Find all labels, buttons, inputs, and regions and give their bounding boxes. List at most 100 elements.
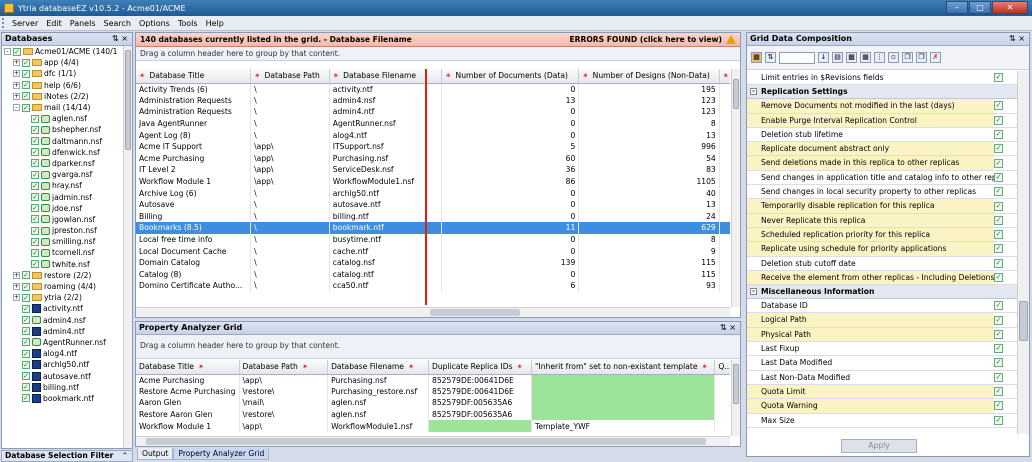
composition-item[interactable]: Send changes in local security property … bbox=[747, 185, 1017, 200]
composition-item[interactable]: Remove Documents not modified in the las… bbox=[747, 99, 1017, 114]
composition-item[interactable]: Quota Limit ✓ bbox=[747, 384, 1017, 400]
errors-found-link[interactable]: ERRORS FOUND (click here to view) bbox=[569, 35, 736, 45]
checkbox[interactable]: ✓ bbox=[31, 237, 39, 246]
column-header[interactable]: Database Filename ✴ bbox=[327, 360, 430, 375]
table-row[interactable]: Java AgentRunner \ AgentRunner.nsf 0 8 bbox=[136, 117, 730, 130]
column-header[interactable]: ✴Number of bbox=[719, 69, 730, 84]
menu-search[interactable]: Search bbox=[99, 19, 134, 28]
tree-item[interactable]: ✓ jdoe.nsf bbox=[2, 203, 123, 214]
tree-item[interactable]: ✓ activity.ntf bbox=[2, 303, 123, 314]
database-tree[interactable]: - ✓ Acme01/ACME (140/1 + ✓ app (4/4) + ✓ dfc (1/… bbox=[2, 46, 123, 448]
composition-item[interactable]: Replicate using schedule for priority ap… bbox=[747, 242, 1017, 257]
table-row[interactable]: Domain Catalog \ catalog.nsf 139 115 bbox=[136, 256, 730, 269]
checkbox[interactable]: ✓ bbox=[994, 144, 1003, 154]
checkbox[interactable]: ✓ bbox=[994, 201, 1003, 211]
expand-icon[interactable]: ⋮ bbox=[874, 52, 885, 63]
collapse-icon[interactable]: ▫ bbox=[888, 52, 899, 63]
category-header[interactable]: - Replication Settings bbox=[747, 85, 1017, 100]
expand-toggle-icon[interactable]: - bbox=[13, 104, 20, 112]
composition-list[interactable]: Limit entries in $Revisions fields ✓ - Repl… bbox=[747, 71, 1017, 434]
composition-item[interactable]: Send deletions made in this replica to o… bbox=[747, 156, 1017, 171]
checkbox[interactable]: ✓ bbox=[994, 415, 1003, 425]
property-hscroll[interactable] bbox=[136, 436, 730, 446]
tree-item[interactable]: ✓ admin4.ntf bbox=[2, 326, 123, 337]
apply-button[interactable]: Apply bbox=[841, 439, 917, 453]
table-row[interactable]: Administration Requests \ admin4.ntf 0 123 bbox=[136, 106, 730, 118]
table-row[interactable]: Domino Certificate Autho... \ cca50.ntf 6 93 bbox=[136, 280, 730, 292]
composition-item[interactable]: Limit entries in $Revisions fields ✓ bbox=[747, 71, 1017, 86]
tree-item[interactable]: ✓ jadmin.nsf bbox=[2, 191, 123, 202]
checkbox[interactable]: ✓ bbox=[22, 103, 30, 112]
table-row[interactable]: Administration Requests \ admin4.nsf 13 123 bbox=[136, 94, 730, 107]
level-input[interactable] bbox=[779, 51, 815, 64]
maximize-button[interactable]: □ bbox=[969, 1, 991, 14]
menu-panels[interactable]: Panels bbox=[66, 19, 100, 28]
checkbox[interactable]: ✓ bbox=[994, 115, 1003, 125]
composition-item[interactable]: Receive the element from other replicas … bbox=[747, 270, 1017, 286]
filter-icon[interactable]: ✴ bbox=[302, 362, 308, 371]
composition-item[interactable]: Send changes in application title and ca… bbox=[747, 171, 1017, 186]
tree-item[interactable]: - ✓ mail (14/14) bbox=[2, 102, 123, 113]
tree-item[interactable]: ✓ aglen.nsf bbox=[2, 113, 123, 124]
tree-item[interactable]: ✓ hray.nsf bbox=[2, 180, 123, 191]
menu-edit[interactable]: Edit bbox=[42, 19, 66, 28]
expand-toggle-icon[interactable]: + bbox=[13, 271, 20, 279]
checkbox[interactable]: ✓ bbox=[994, 230, 1003, 240]
collapse-toggle-icon[interactable]: - bbox=[750, 88, 757, 96]
checkbox[interactable]: ✓ bbox=[22, 383, 30, 392]
tree-item[interactable]: ✓ jgowlan.nsf bbox=[2, 214, 123, 225]
menu-tools[interactable]: Tools bbox=[174, 19, 202, 28]
checkbox[interactable]: ✓ bbox=[31, 137, 39, 146]
table-row[interactable]: Agent Log (8) \ alog4.ntf 0 13 bbox=[136, 129, 730, 141]
tree-item[interactable]: + ✓ dfc (1/1) bbox=[2, 68, 123, 79]
checkbox[interactable]: ✓ bbox=[31, 170, 39, 179]
checkbox[interactable]: ✓ bbox=[994, 401, 1003, 411]
checkbox[interactable]: ✓ bbox=[31, 125, 39, 134]
expand-toggle-icon[interactable]: + bbox=[13, 70, 20, 78]
table-row[interactable]: Local Document Cache \ cache.ntf 0 9 bbox=[136, 245, 730, 257]
grid-vscroll[interactable] bbox=[731, 69, 740, 307]
composition-item[interactable]: Max Size ✓ bbox=[747, 414, 1017, 428]
filter-icon[interactable]: ✴ bbox=[723, 71, 729, 80]
checkbox[interactable]: ✓ bbox=[31, 226, 39, 235]
composition-item[interactable]: Logical Path ✓ bbox=[747, 313, 1017, 328]
table-row[interactable]: IT Level 2 \app\ ServiceDesk.nsf 36 83 bbox=[136, 164, 730, 176]
checkbox[interactable]: ✓ bbox=[22, 327, 30, 336]
table-row[interactable]: Acme Purchasing \app\ Purchasing.nsf 60 54 bbox=[136, 152, 730, 165]
checkbox[interactable]: ✓ bbox=[994, 172, 1003, 182]
tree-item[interactable]: ✓ admin4.nsf bbox=[2, 315, 123, 326]
filter-icon[interactable]: ✴ bbox=[445, 71, 451, 80]
composition-item[interactable]: Last Fixup ✓ bbox=[747, 342, 1017, 357]
composition-item[interactable]: Replicate document abstract only ✓ bbox=[747, 142, 1017, 157]
filter-icon[interactable]: ✴ bbox=[582, 71, 588, 80]
checkbox[interactable]: ✓ bbox=[994, 372, 1003, 382]
composition-item[interactable]: Last Data Modified ✓ bbox=[747, 356, 1017, 371]
checkbox[interactable]: ✓ bbox=[22, 338, 30, 347]
checkbox[interactable]: ✓ bbox=[31, 148, 39, 157]
tree-item[interactable]: + ✓ roaming (4/4) bbox=[2, 281, 123, 292]
property-grid[interactable]: Database Title ✴ Database Path ✴ Database Fi… bbox=[136, 360, 730, 432]
pin-close-icon[interactable]: ⇅ × bbox=[720, 322, 736, 334]
menu-server[interactable]: Server bbox=[8, 19, 42, 28]
tree-item[interactable]: ✓ autosave.ntf bbox=[2, 370, 123, 381]
checkbox[interactable]: ✓ bbox=[994, 315, 1003, 325]
tree-item[interactable]: - ✓ Acme01/ACME (140/1 bbox=[2, 46, 123, 57]
category-header[interactable]: - Miscellaneous Information bbox=[747, 285, 1017, 300]
table-row[interactable]: Workflow Module 1 \app\ WorkflowModule1.ns… bbox=[136, 420, 730, 432]
filter-icon[interactable]: ✴ bbox=[408, 362, 414, 371]
checkbox[interactable]: ✓ bbox=[13, 47, 21, 56]
menu-help[interactable]: Help bbox=[202, 19, 228, 28]
open-folder-icon[interactable]: ▤ bbox=[832, 52, 843, 63]
expand-toggle-icon[interactable]: + bbox=[13, 92, 20, 100]
minimize-button[interactable]: – bbox=[946, 1, 968, 14]
checkbox[interactable]: ✓ bbox=[22, 58, 30, 67]
composition-item[interactable]: Last Non-Data Modified ✓ bbox=[747, 371, 1017, 385]
checkbox[interactable]: ✓ bbox=[31, 159, 39, 168]
checkbox[interactable]: ✓ bbox=[994, 387, 1003, 397]
checkbox[interactable]: ✓ bbox=[994, 101, 1003, 111]
composition-item[interactable]: Temporarily disable replication for this… bbox=[747, 199, 1017, 214]
database-grid[interactable]: ✴ Database Title ✴ Database Path ✴ Database F… bbox=[136, 69, 730, 292]
checkbox[interactable]: ✓ bbox=[22, 349, 30, 358]
table-row[interactable]: Aaron Glen \mail\ aglen.nsf 852579DF:005635… bbox=[136, 397, 730, 409]
filter-icon[interactable]: ✴ bbox=[254, 71, 260, 80]
